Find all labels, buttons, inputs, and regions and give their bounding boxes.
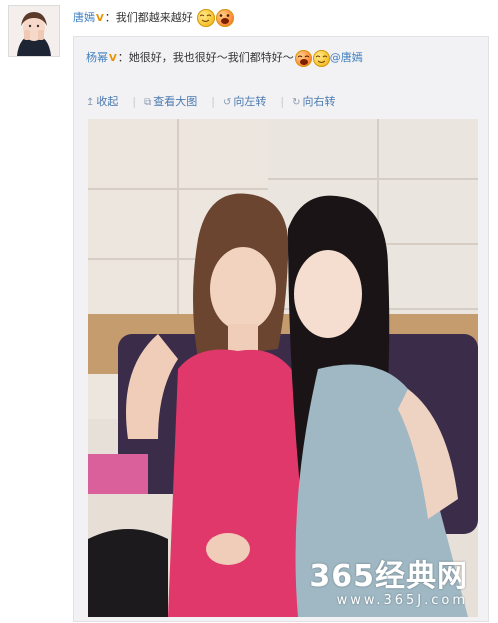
collapse-icon: ↥ xyxy=(86,97,95,108)
smile-emoji-icon xyxy=(312,49,330,67)
collapse-button[interactable]: ↥ 收起 xyxy=(86,93,118,109)
repost-text: 她很好，我也很好～我们都特好～ xyxy=(128,51,294,64)
rotate-right-label: 向右转 xyxy=(302,95,336,108)
rotate-left-button[interactable]: ↺ 向左转 xyxy=(223,93,266,109)
post-text: 我们都越来越好 xyxy=(115,11,193,24)
watermark-main: 365经典网 xyxy=(309,559,468,594)
view-large-icon: ⧉ xyxy=(144,97,152,108)
divider: | xyxy=(280,95,285,108)
image-actions-bar: ↥ 收起 | ⧉ 查看大图 | ↺ 向左转 | ↻ 向右转 xyxy=(86,93,349,109)
watermark-url: www.365J.com xyxy=(336,593,468,608)
rotate-right-button[interactable]: ↻ 向右转 xyxy=(292,93,335,109)
divider: | xyxy=(132,95,137,108)
rotate-right-icon: ↻ xyxy=(292,97,301,108)
collapse-label: 收起 xyxy=(96,95,119,108)
post-line: 唐嫣V：我们都越来越好 xyxy=(73,9,235,28)
mention-link[interactable]: @唐嫣 xyxy=(330,51,363,64)
post-author[interactable]: 唐嫣 xyxy=(73,11,95,24)
laughing-emoji-icon xyxy=(294,49,312,67)
repost-panel: 杨幂V：她很好，我也很好～我们都特好～ @唐嫣 ↥ 收起 | ⧉ 查看大图 | ↺ 向左转 | ↻… xyxy=(73,36,489,622)
surprised-emoji-icon xyxy=(216,9,235,27)
repost-line: 杨幂V：她很好，我也很好～我们都特好～ @唐嫣 xyxy=(86,49,363,68)
avatar[interactable] xyxy=(8,5,60,57)
post-separator: ： xyxy=(104,11,116,24)
divider: | xyxy=(211,95,215,108)
rotate-left-label: 向左转 xyxy=(233,95,267,108)
verified-badge-icon: V xyxy=(109,53,117,64)
smile-emoji-icon xyxy=(197,9,216,27)
view-large-button[interactable]: ⧉ 查看大图 xyxy=(144,93,197,109)
post-photo[interactable]: 365经典网 www.365J.com xyxy=(88,119,478,617)
repost-separator: ： xyxy=(117,51,129,64)
view-large-label: 查看大图 xyxy=(153,95,198,108)
rotate-left-icon: ↺ xyxy=(222,97,232,108)
watermark: 365经典网 www.365J.com xyxy=(309,561,468,609)
verified-badge-icon: V xyxy=(96,13,104,24)
repost-author[interactable]: 杨幂 xyxy=(86,51,108,64)
